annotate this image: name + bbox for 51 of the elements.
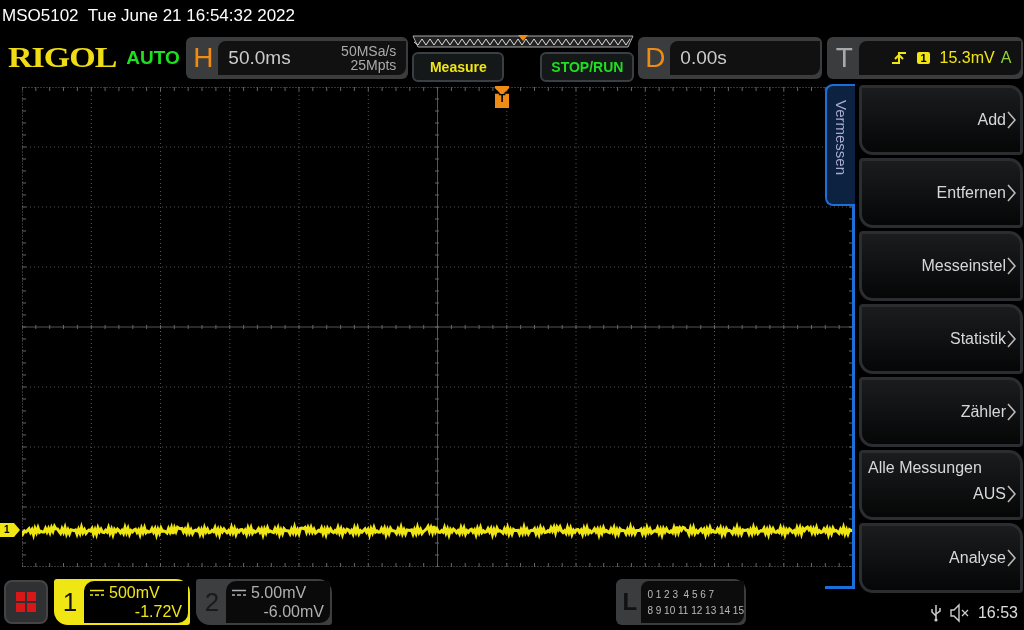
trigger-position-marker[interactable]: T: [495, 86, 509, 108]
vertical-offset: -1.72V: [134, 602, 182, 621]
chevron-icon: [1007, 485, 1016, 503]
home-button[interactable]: [4, 580, 48, 624]
chevron-icon: [1007, 111, 1016, 129]
channel-number: 1: [61, 585, 79, 619]
vertical-scale: 500mV: [109, 583, 160, 602]
trigger-panel[interactable]: T 1 15.3mV A: [827, 37, 1024, 79]
grid-icon: [15, 591, 37, 613]
rising-edge-icon: [891, 50, 908, 66]
delay-panel[interactable]: D 0.00s: [638, 37, 823, 79]
channel-panel[interactable]: 1 500mV -1.72V: [54, 579, 190, 625]
usb-icon: [929, 604, 942, 622]
trigger-threshold: 15.3mV: [939, 49, 995, 67]
chevron-icon: [1007, 257, 1016, 275]
delay-value: 0.00s: [680, 47, 727, 69]
horizontal-panel[interactable]: H 50.0ms 50MSa/s 25Mpts: [186, 37, 409, 79]
vertical-scale: 5.00mV: [251, 583, 307, 602]
delay-label: D: [644, 42, 667, 74]
stop-run-button[interactable]: STOP/RUN: [540, 52, 635, 82]
menu-option-button[interactable]: Alle Messungen AUS: [859, 450, 1023, 520]
digital-channel-numbers: 0 1 2 3 4 5 6 7: [647, 588, 716, 600]
menu-button[interactable]: Entfernen: [859, 158, 1023, 228]
window-title: MSO5102 Tue June 21 16:54:32 2022: [2, 6, 295, 26]
vertical-offset: -6.00mV: [263, 602, 324, 621]
chevron-icon: [1007, 403, 1016, 421]
measure-button[interactable]: Measure: [412, 52, 505, 82]
chevron-icon: [1007, 330, 1016, 348]
menu-button[interactable]: Messeinstel: [859, 231, 1023, 301]
menu-tab[interactable]: Vermessen: [825, 84, 855, 206]
horizontal-label: H: [192, 42, 215, 74]
trigger-source: 1: [917, 52, 930, 64]
clock-time: 16:53: [977, 604, 1018, 622]
digital-channel-numbers: 8 9 10 11 12 13 14 15: [647, 604, 744, 616]
menu-button[interactable]: Add: [859, 85, 1023, 155]
timebase-value: 50.0ms: [228, 47, 291, 69]
dc-coupling-icon: [232, 588, 246, 597]
menu-button[interactable]: Analyse: [859, 523, 1023, 593]
speaker-icon[interactable]: [949, 603, 970, 623]
menu-button[interactable]: Statistik: [859, 304, 1023, 374]
brand-logo: RIGOL: [8, 41, 117, 75]
menu-button[interactable]: Zähler: [859, 377, 1023, 447]
memory-depth: 25Mpts: [350, 58, 397, 72]
dc-coupling-icon: [90, 588, 104, 597]
channel-offset-marker[interactable]: 1: [0, 523, 20, 537]
trigger-label: T: [834, 42, 854, 74]
trigger-mode: A: [1000, 49, 1012, 67]
chevron-icon: [1007, 184, 1016, 202]
chevron-icon: [1007, 549, 1016, 567]
trigger-status: AUTO: [126, 47, 181, 69]
sample-rate: 50MSa/s: [341, 44, 397, 58]
